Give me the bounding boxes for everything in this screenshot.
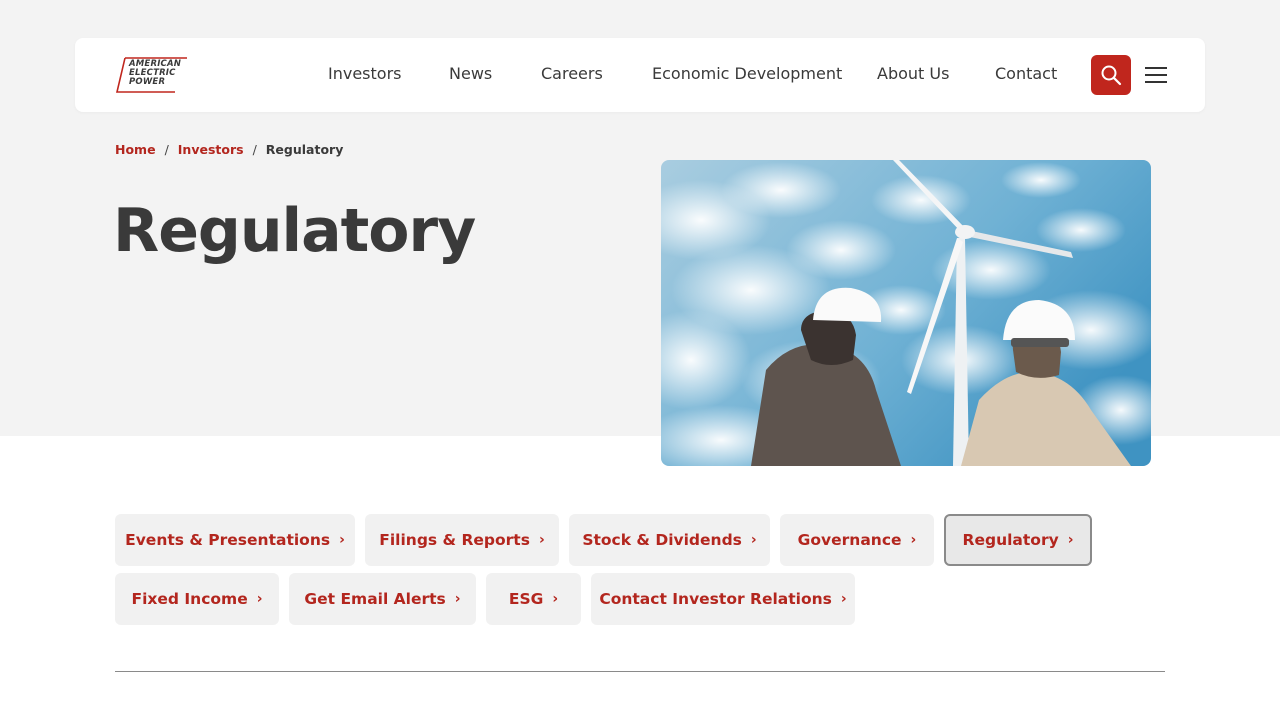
link-label: Governance (797, 531, 902, 549)
site-header: AMERICAN ELECTRIC POWER Investors News C… (75, 38, 1205, 112)
chevron-right-icon: › (538, 532, 545, 548)
link-get-email-alerts[interactable]: Get Email Alerts › (289, 573, 476, 625)
search-button[interactable] (1091, 55, 1131, 95)
link-label: Fixed Income (131, 590, 248, 608)
menu-bar (1145, 74, 1167, 76)
chevron-right-icon: › (1067, 532, 1074, 548)
chevron-right-icon: › (840, 591, 847, 607)
link-label: Get Email Alerts (304, 590, 446, 608)
chevron-right-icon: › (454, 591, 461, 607)
section-divider (115, 671, 1165, 672)
wind-turbine-workers-photo (661, 160, 1151, 466)
link-regulatory[interactable]: Regulatory › (944, 514, 1092, 566)
breadcrumb-home[interactable]: Home (115, 142, 156, 157)
nav-careers[interactable]: Careers (541, 64, 603, 83)
link-label: Events & Presentations (125, 531, 331, 549)
breadcrumb-separator: / (164, 142, 169, 157)
main-nav: Investors News Careers Economic Developm… (75, 38, 1205, 112)
nav-economic-development[interactable]: Economic Development (652, 64, 842, 83)
menu-bar (1145, 81, 1167, 83)
link-label: Contact Investor Relations (599, 590, 832, 608)
nav-about-us[interactable]: About Us (877, 64, 949, 83)
link-label: Filings & Reports (379, 531, 530, 549)
search-icon (1101, 65, 1122, 86)
link-label: Regulatory (962, 531, 1059, 549)
chevron-right-icon: › (339, 532, 345, 548)
breadcrumb: Home / Investors / Regulatory (115, 142, 343, 157)
breadcrumb-separator: / (252, 142, 257, 157)
nav-news[interactable]: News (449, 64, 492, 83)
nav-contact[interactable]: Contact (995, 64, 1057, 83)
link-esg[interactable]: ESG › (486, 573, 581, 625)
link-label: ESG (508, 590, 544, 608)
link-stock-dividends[interactable]: Stock & Dividends › (569, 514, 770, 566)
hamburger-menu-icon[interactable] (1145, 65, 1167, 85)
breadcrumb-current: Regulatory (265, 142, 344, 157)
chevron-right-icon: › (256, 591, 263, 607)
link-contact-investor-relations[interactable]: Contact Investor Relations › (591, 573, 855, 625)
link-fixed-income[interactable]: Fixed Income › (115, 573, 279, 625)
page-title: Regulatory (113, 196, 476, 266)
chevron-right-icon: › (910, 532, 917, 548)
link-label: Stock & Dividends (582, 531, 742, 549)
nav-investors[interactable]: Investors (328, 64, 401, 83)
link-events-presentations[interactable]: Events & Presentations › (115, 514, 355, 566)
hero-image (661, 160, 1151, 466)
link-governance[interactable]: Governance › (780, 514, 934, 566)
breadcrumb-investors[interactable]: Investors (178, 142, 244, 157)
link-filings-reports[interactable]: Filings & Reports › (365, 514, 559, 566)
chevron-right-icon: › (750, 532, 757, 548)
chevron-right-icon: › (552, 591, 559, 607)
menu-bar (1145, 67, 1167, 69)
